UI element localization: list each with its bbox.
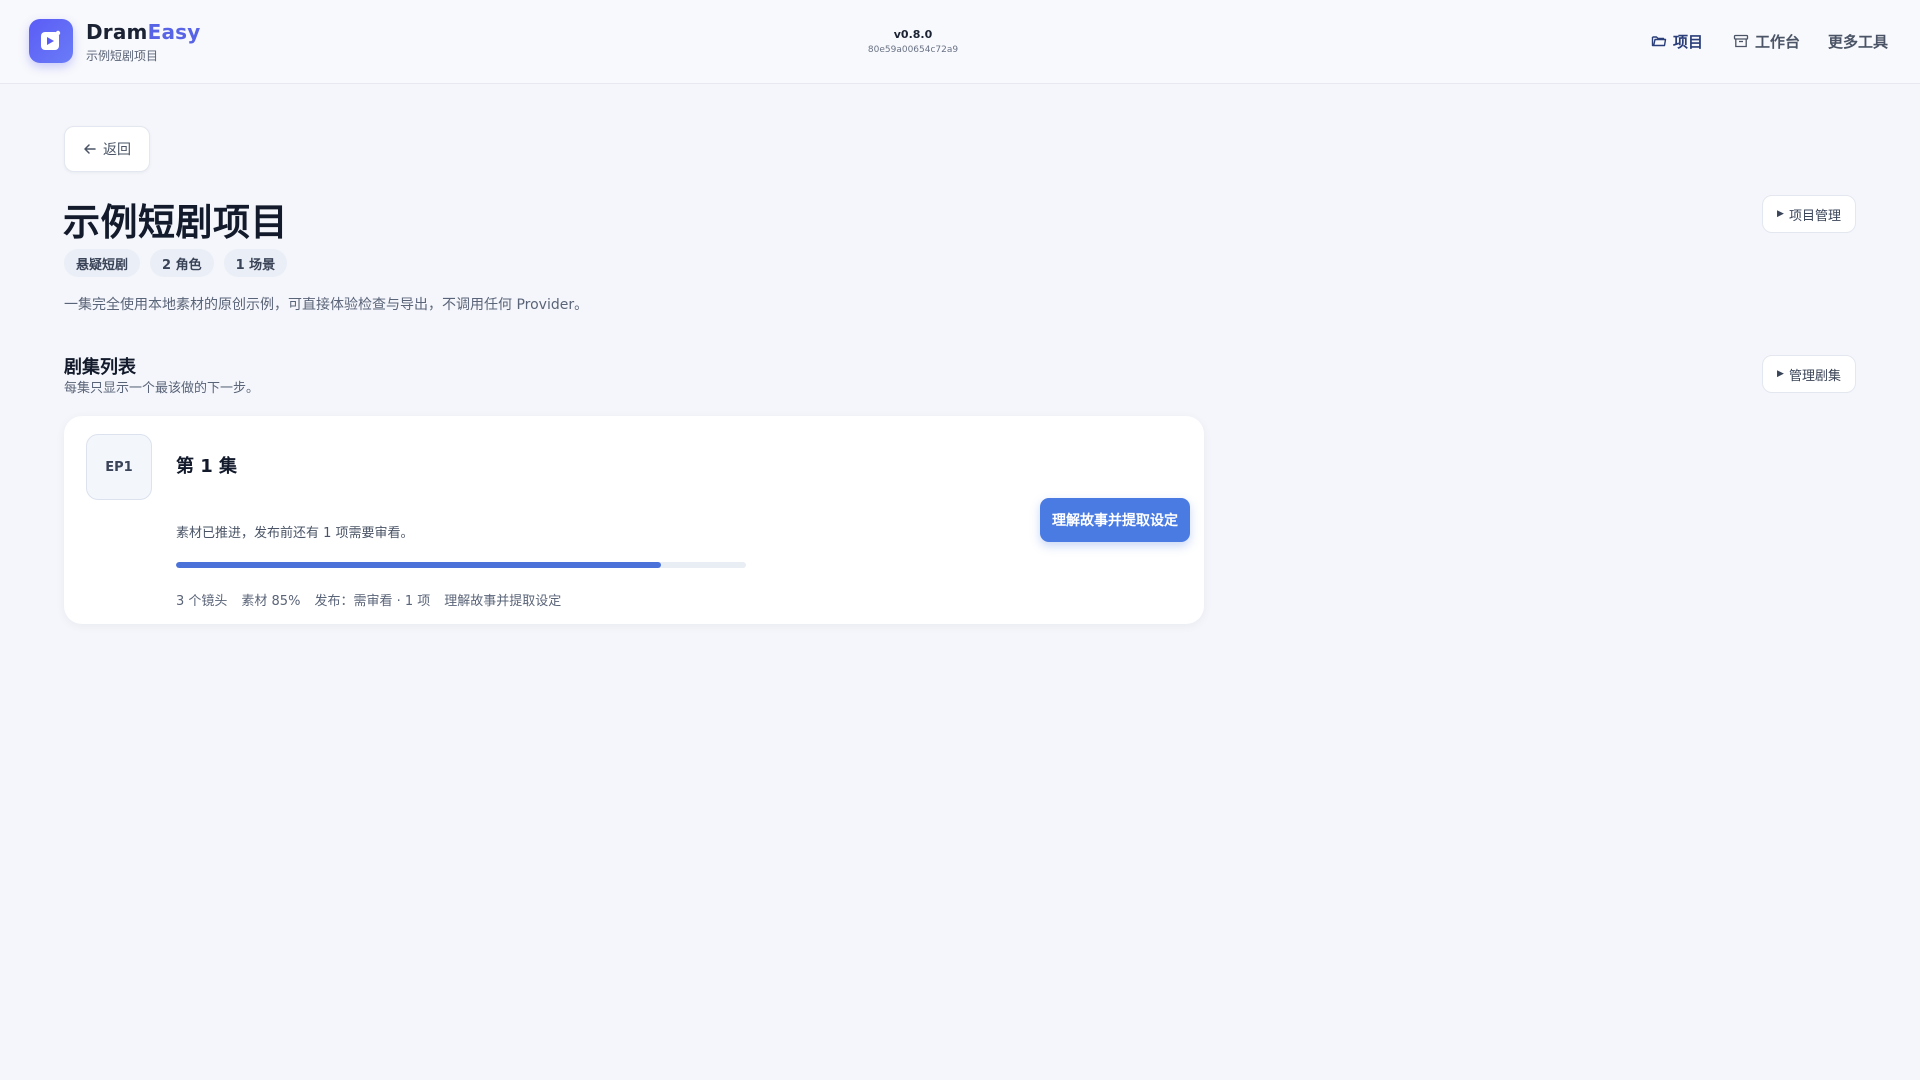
tag-genre: 悬疑短剧 <box>64 249 141 277</box>
project-management-label: 项目管理 <box>1788 208 1841 224</box>
folder-icon <box>1651 36 1667 47</box>
project-tags: 悬疑短剧 2 角色 1 场景 <box>64 249 288 277</box>
logo-icon[interactable] <box>29 19 73 63</box>
tag-characters: 2 角色 <box>150 249 214 277</box>
brand-subtitle: 示例短剧项目 <box>86 49 159 63</box>
episode-title: 第 1 集 <box>176 456 238 477</box>
manage-episodes-label: 管理剧集 <box>1788 368 1841 384</box>
arrow-left-icon <box>84 144 96 154</box>
episode-next-action-button[interactable]: 理解故事并提取设定 <box>1040 498 1190 542</box>
tag-scenes: 1 场景 <box>223 249 288 277</box>
episode-status: 素材已推进，发布前还有 1 项需要审看。 <box>176 526 414 541</box>
page-title: 示例短剧项目 <box>63 201 288 244</box>
back-button-label: 返回 <box>103 142 131 158</box>
nav-more-tools[interactable]: 更多工具 <box>1828 30 1888 52</box>
meta-next-step: 理解故事并提取设定 <box>444 594 562 609</box>
nav-workbench[interactable]: 工作台 <box>1733 30 1800 52</box>
meta-shots: 3 个镜头 <box>176 594 228 609</box>
brand-name-part1: Dram <box>86 20 148 44</box>
nav-projects[interactable]: 项目 <box>1651 30 1703 52</box>
nav-more-tools-label: 更多工具 <box>1828 32 1889 51</box>
meta-assets: 素材 85% <box>241 594 301 609</box>
caret-right-icon: ▶ <box>1777 369 1784 379</box>
meta-publish: 发布：需审看 · 1 项 <box>314 594 431 609</box>
nav-projects-label: 项目 <box>1673 32 1704 51</box>
episode-progress-fill <box>176 562 661 568</box>
episodes-section-subtitle: 每集只显示一个最该做的下一步。 <box>64 381 260 396</box>
archive-box-icon <box>1733 34 1749 48</box>
manage-episodes-button[interactable]: ▶ 管理剧集 <box>1762 355 1856 393</box>
episode-card[interactable]: EP1 第 1 集 素材已推进，发布前还有 1 项需要审看。 3 个镜头 素材 … <box>64 416 1204 624</box>
project-management-button[interactable]: ▶ 项目管理 <box>1762 195 1856 233</box>
top-bar: DramEasy 示例短剧项目 v0.8.0 80e59a00654c72a9 … <box>0 0 1920 84</box>
episode-progress-bar <box>176 562 746 568</box>
nav-workbench-label: 工作台 <box>1755 32 1801 51</box>
brand-name-part2: Easy <box>147 20 201 44</box>
brand-name[interactable]: DramEasy <box>86 20 201 44</box>
episode-badge: EP1 <box>86 434 152 500</box>
episodes-section-title: 剧集列表 <box>64 357 136 378</box>
episode-meta: 3 个镜头 素材 85% 发布：需审看 · 1 项 理解故事并提取设定 <box>176 590 561 609</box>
project-description: 一集完全使用本地素材的原创示例，可直接体验检查与导出，不调用任何 Provide… <box>64 297 589 313</box>
caret-right-icon: ▶ <box>1777 209 1784 219</box>
back-button[interactable]: 返回 <box>64 126 150 172</box>
